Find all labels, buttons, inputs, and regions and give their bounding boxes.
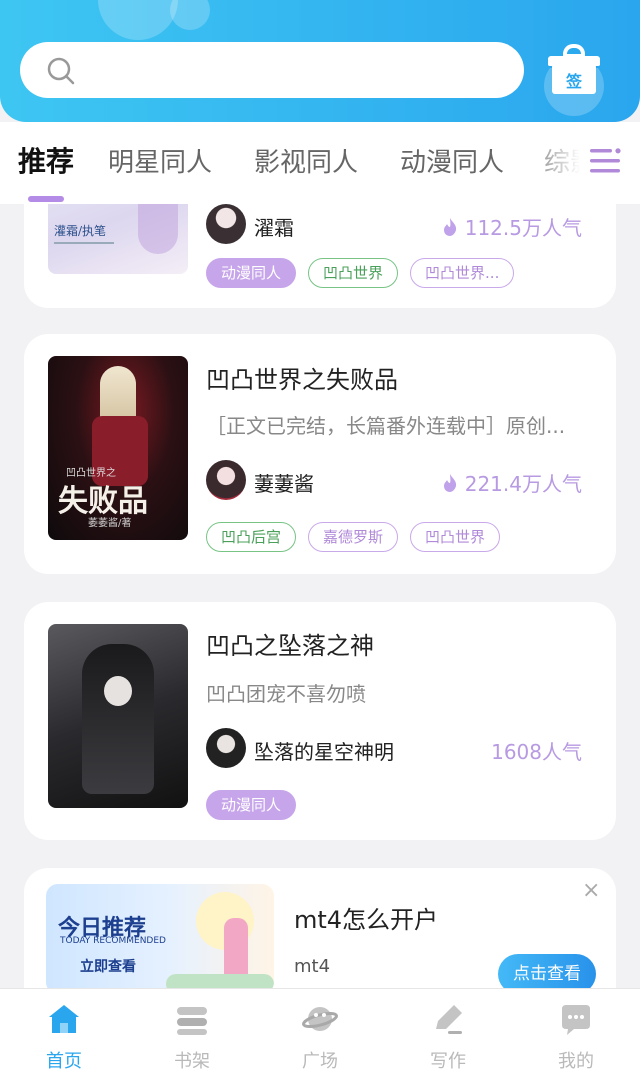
tag[interactable]: 动漫同人: [206, 790, 297, 820]
flame-icon: [443, 217, 456, 236]
author-avatar[interactable]: [206, 728, 246, 768]
category-tabs: 推荐 明星同人 影视同人 动漫同人 综影: [0, 122, 640, 204]
book-desc: 凹凸团宠不喜勿喷: [206, 682, 366, 706]
home-icon: [49, 1005, 79, 1033]
nav-label: 我的: [558, 1051, 594, 1072]
search-input[interactable]: [90, 54, 500, 86]
book-desc: ［正文已完结，长篇番外连载中］原创...: [206, 414, 566, 438]
nav-label: 广场: [302, 1051, 338, 1072]
tab-film-fanfic[interactable]: 影视同人: [254, 142, 358, 179]
book-cover[interactable]: [48, 624, 188, 808]
author-row: 萋萋酱 221.4万人气: [206, 460, 586, 504]
cover-figure-face: [104, 676, 132, 706]
ad-image-subtitle: TODAY RECOMMENDED: [60, 936, 166, 946]
nav-label: 首页: [46, 1051, 82, 1072]
tag[interactable]: 凹凸后宫: [206, 522, 297, 552]
planet-icon: [302, 1007, 338, 1031]
book-title[interactable]: 凹凸之坠落之神: [206, 626, 374, 661]
nav-label: 写作: [430, 1051, 466, 1072]
nav-bookshelf[interactable]: 书架: [128, 989, 256, 1083]
checkin-label: 签: [565, 72, 582, 91]
ad-image-cta: 立即查看: [80, 959, 136, 975]
ad-image[interactable]: 今日推荐 TODAY RECOMMENDED 立即查看: [46, 884, 274, 988]
nav-label: 书架: [174, 1051, 210, 1072]
flame-icon: [443, 473, 456, 492]
popularity-value: 221.4万人气: [464, 472, 582, 496]
book-card[interactable]: 灌霜/执笔 濯霜 112.5万人气 动漫同人 凹凸世界 凹凸世界...: [24, 204, 616, 308]
tab-active-indicator: [28, 196, 64, 202]
tag[interactable]: 动漫同人: [206, 258, 297, 288]
menu-icon[interactable]: [588, 146, 622, 176]
book-cover[interactable]: 凹凸世界之 失败品 萎萎酱/著: [48, 356, 188, 540]
author-avatar[interactable]: [206, 204, 246, 244]
nav-square[interactable]: 广场: [256, 989, 384, 1083]
tag-list: 凹凸后宫 嘉德罗斯 凹凸世界: [206, 522, 501, 552]
popularity-value: 112.5万人气: [464, 216, 582, 240]
cover-figure: [138, 204, 178, 254]
tabs-fade: [520, 122, 640, 204]
tab-recommend[interactable]: 推荐: [18, 140, 74, 180]
tag[interactable]: 凹凸世界: [410, 522, 501, 552]
book-card[interactable]: 凹凸之坠落之神 凹凸团宠不喜勿喷 坠落的星空神明 1608人气 动漫同人: [24, 602, 616, 840]
decor-bubble: [170, 0, 210, 30]
popularity: 221.4万人气: [441, 468, 582, 497]
bookshelf-icon: [177, 1007, 207, 1035]
author-name[interactable]: 濯霜: [254, 212, 294, 241]
author-name[interactable]: 坠落的星空神明: [254, 736, 394, 765]
chat-profile-icon: [562, 1005, 590, 1035]
tag-list: 动漫同人: [206, 790, 297, 820]
ad-title[interactable]: mt4怎么开户: [294, 900, 438, 935]
nav-write[interactable]: 写作: [384, 989, 512, 1083]
cover-text: 灌霜/执笔: [54, 224, 107, 238]
book-title[interactable]: 凹凸世界之失败品: [206, 360, 398, 395]
ad-card[interactable]: × 今日推荐 TODAY RECOMMENDED 立即查看 mt4怎么开户 mt…: [24, 868, 616, 988]
book-cover[interactable]: 灌霜/执笔: [48, 204, 188, 274]
nav-mine[interactable]: 我的: [512, 989, 640, 1083]
cover-line: [54, 242, 114, 244]
tab-anime-fanfic[interactable]: 动漫同人: [400, 142, 504, 179]
tag-list: 动漫同人 凹凸世界 凹凸世界...: [206, 258, 515, 288]
author-row: 坠落的星空神明 1608人气: [206, 728, 586, 772]
decor-bubble: [98, 0, 178, 40]
nav-home[interactable]: 首页: [0, 989, 128, 1083]
ad-view-button[interactable]: 点击查看: [498, 954, 596, 988]
tag[interactable]: 凹凸世界: [308, 258, 399, 288]
tab-star-fanfic[interactable]: 明星同人: [108, 142, 212, 179]
popularity-value: 1608人气: [491, 740, 582, 764]
author-name[interactable]: 萋萋酱: [254, 468, 314, 497]
author-avatar[interactable]: [206, 460, 246, 500]
book-feed: 灌霜/执笔 濯霜 112.5万人气 动漫同人 凹凸世界 凹凸世界... 凹凸世界…: [0, 204, 640, 988]
app-header: 签: [0, 0, 640, 122]
tag[interactable]: 嘉德罗斯: [308, 522, 399, 552]
book-card[interactable]: 凹凸世界之 失败品 萎萎酱/著 凹凸世界之失败品 ［正文已完结，长篇番外连载中］…: [24, 334, 616, 574]
tag[interactable]: 凹凸世界...: [410, 258, 515, 288]
popularity: 112.5万人气: [441, 212, 582, 241]
pen-icon: [436, 1005, 462, 1034]
ad-image-grass: [166, 974, 274, 988]
cover-author: 萎萎酱/著: [88, 518, 132, 529]
checkin-gift-button[interactable]: 签: [546, 44, 602, 100]
search-bar[interactable]: [20, 42, 524, 98]
author-row: 濯霜 112.5万人气: [206, 204, 586, 248]
search-icon: [47, 57, 75, 85]
cover-figure: [82, 644, 154, 794]
popularity: 1608人气: [491, 736, 582, 765]
ad-subtitle: mt4: [294, 956, 331, 977]
bottom-nav: 首页 书架 广场 写作 我的: [0, 988, 640, 1083]
ad-close-button[interactable]: ×: [582, 878, 600, 903]
